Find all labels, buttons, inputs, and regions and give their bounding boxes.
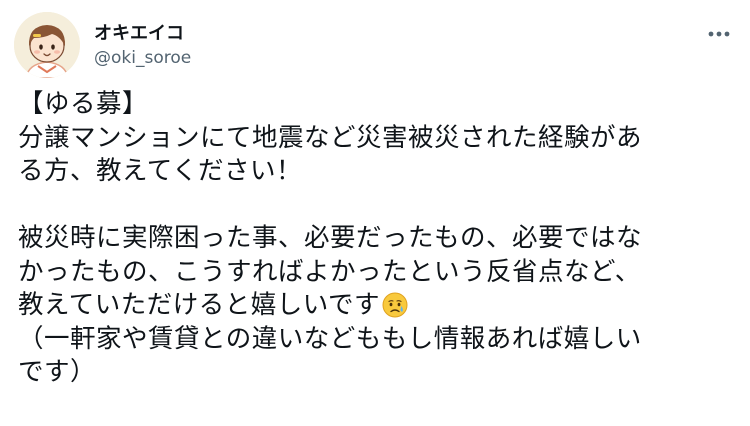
tweet-text: 【ゆる募】 分譲マンションにて地震など災害被災された経験があ る方、教えてくださ… [18, 88, 738, 390]
tweet-card[interactable]: オキエイコ @oki_soroe 【ゆる募】 分譲マンションにて地震など災害被災… [0, 0, 750, 426]
more-options-button[interactable] [704, 22, 734, 46]
more-options-icon [708, 31, 730, 37]
tweet-text-line: かったもの、こうすればよかったという反省点など、 [18, 256, 641, 287]
avatar[interactable] [14, 12, 80, 78]
author-names: オキエイコ @oki_soroe [94, 22, 191, 70]
crying-face-emoji-icon [382, 292, 408, 318]
tweet-text-line: 【ゆる募】 [18, 89, 149, 119]
tweet-text-line: る方、教えてください！ [18, 156, 302, 186]
tweet-text-line-with-emoji: 教えていただけると嬉しいです [18, 289, 738, 323]
author-handle[interactable]: @oki_soroe [94, 46, 191, 70]
tweet-text-line: です） [18, 357, 97, 387]
tweet-text-line: （一軒家や賃貸との違いなどももし情報あれば嬉しい [18, 323, 642, 354]
tweet-header: オキエイコ @oki_soroe [14, 8, 736, 80]
tweet-text-line [18, 189, 738, 223]
author-display-name[interactable]: オキエイコ [94, 22, 191, 46]
tweet-text-line: 分譲マンションにて地震など災害被災された経験があ [18, 122, 643, 153]
tweet-text-line: 被災時に実際困った事、必要だったもの、必要ではな [18, 223, 643, 253]
cartoon-face-avatar-icon [14, 12, 80, 78]
tweet-text-line: 教えていただけると嬉しいです [18, 290, 380, 320]
